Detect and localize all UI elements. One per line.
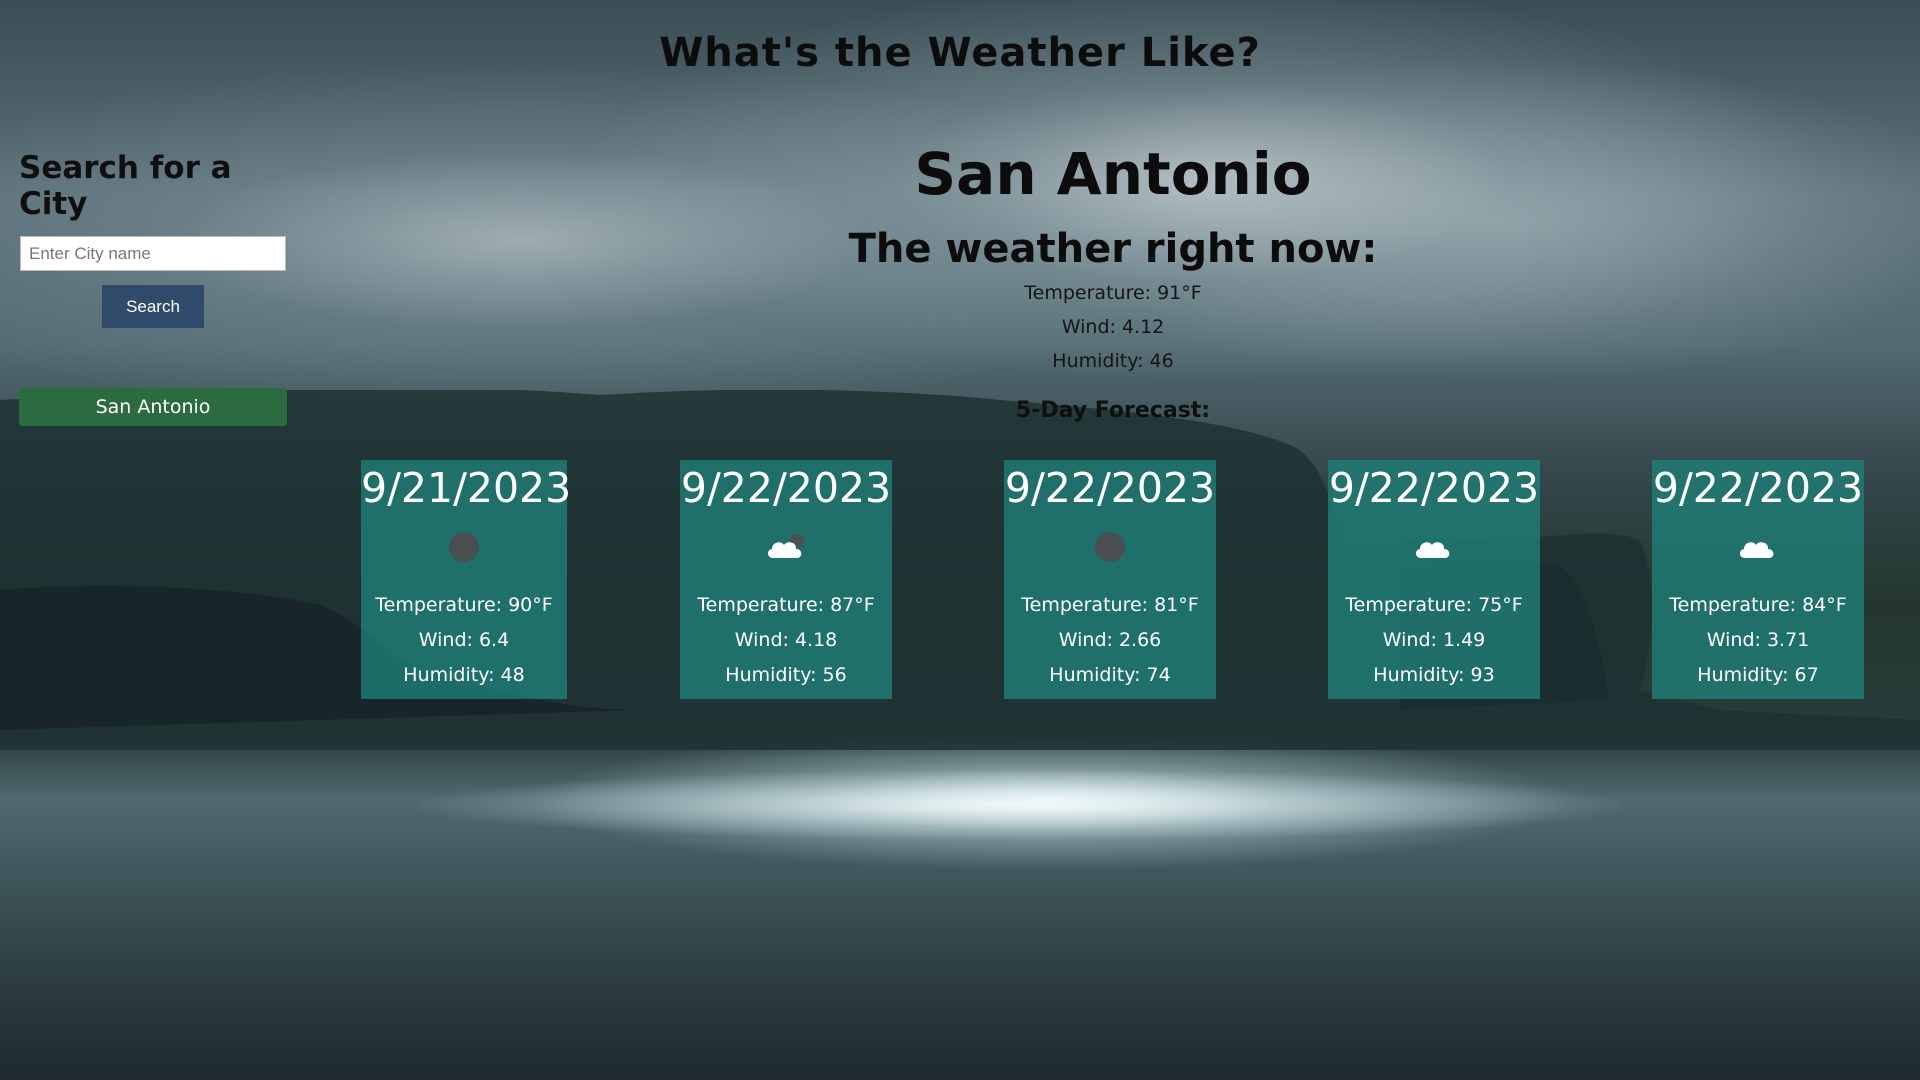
forecast-humidity: Humidity: 56 [725, 664, 847, 686]
sea-light-reflection [420, 770, 1620, 840]
forecast-temperature: Temperature: 84°F [1669, 594, 1847, 616]
search-button[interactable]: Search [102, 285, 204, 328]
dark-moon-icon [1004, 522, 1216, 572]
current-weather-heading: The weather right now: [848, 226, 1378, 272]
forecast-card: 9/22/2023 Temperature: 81°F Wind: 2.66 H… [1004, 460, 1216, 699]
current-wind: Wind: 4.12 [1061, 316, 1165, 338]
forecast-wind: Wind: 2.66 [1058, 629, 1162, 651]
page-title: What's the Weather Like? [659, 30, 1261, 76]
current-weather: San Antonio The weather right now: Tempe… [840, 140, 1386, 423]
forecast-date: 9/22/2023 [1652, 464, 1864, 512]
forecast-temperature: Temperature: 90°F [375, 594, 553, 616]
forecast-date: 9/22/2023 [1328, 464, 1540, 512]
forecast-card: 9/22/2023 Temperature: 87°F Wind: 4.18 H… [680, 460, 892, 699]
current-humidity: Humidity: 46 [1052, 350, 1174, 372]
forecast-wind: Wind: 3.71 [1706, 629, 1810, 651]
sidebar-divider [90, 354, 216, 355]
forecast-humidity: Humidity: 67 [1697, 664, 1819, 686]
forecast-wind: Wind: 1.49 [1382, 629, 1486, 651]
forecast-card: 9/21/2023 Temperature: 90°F Wind: 6.4 Hu… [361, 460, 572, 699]
cloud-icon [1652, 522, 1864, 572]
forecast-humidity: Humidity: 93 [1373, 664, 1495, 686]
current-temperature: Temperature: 91°F [1024, 282, 1202, 304]
cloud-icon [680, 522, 892, 572]
forecast-humidity: Humidity: 48 [403, 664, 525, 686]
forecast-date: 9/21/2023 [361, 464, 572, 512]
history-city-button[interactable]: San Antonio [19, 388, 287, 426]
cloud-icon [1328, 522, 1540, 572]
forecast-card: 9/22/2023 Temperature: 84°F Wind: 3.71 H… [1652, 460, 1864, 699]
forecast-card: 9/22/2023 Temperature: 75°F Wind: 1.49 H… [1328, 460, 1540, 699]
forecast-date: 9/22/2023 [1004, 464, 1216, 512]
forecast-temperature: Temperature: 81°F [1021, 594, 1199, 616]
current-city-name: San Antonio [914, 140, 1312, 208]
forecast-date: 9/22/2023 [680, 464, 892, 512]
search-sidebar: Search for a City Search San Antonio [19, 150, 287, 426]
dark-moon-icon [361, 522, 567, 572]
search-heading: Search for a City [19, 150, 232, 222]
forecast-row: 9/21/2023 Temperature: 90°F Wind: 6.4 Hu… [361, 460, 1865, 699]
forecast-temperature: Temperature: 75°F [1345, 594, 1523, 616]
forecast-temperature: Temperature: 87°F [697, 594, 875, 616]
forecast-heading: 5-Day Forecast: [1015, 398, 1211, 423]
forecast-wind: Wind: 6.4 [418, 629, 510, 651]
forecast-humidity: Humidity: 74 [1049, 664, 1171, 686]
forecast-wind: Wind: 4.18 [734, 629, 838, 651]
city-search-input[interactable] [20, 236, 286, 271]
